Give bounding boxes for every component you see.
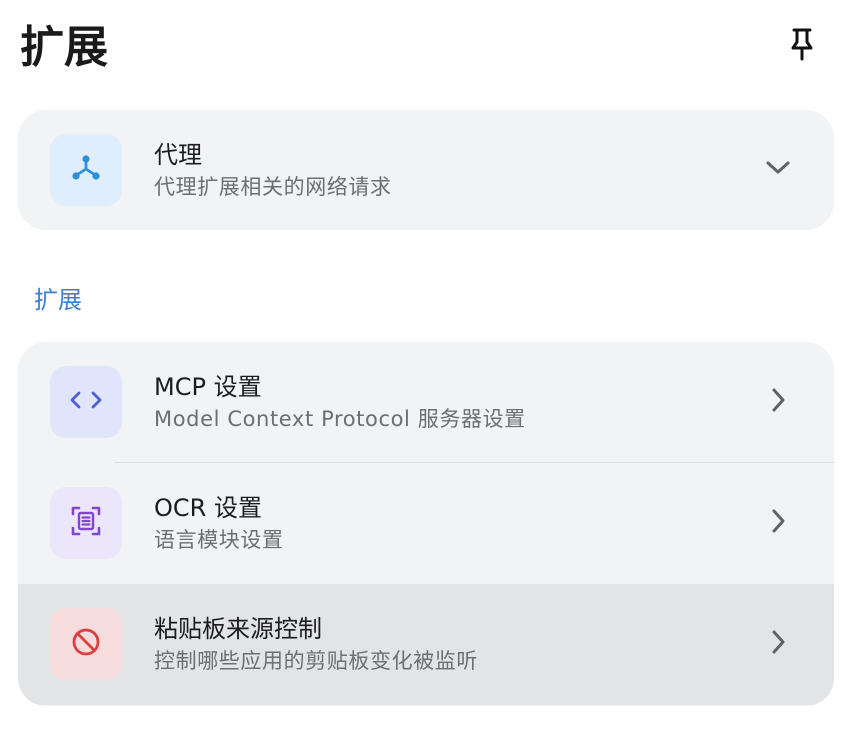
clipboard-title: 粘贴板来源控制 [154,615,322,643]
page-title: 扩展 [20,22,108,73]
ocr-subtitle: 语言模块设置 [154,528,284,552]
extension-row-ocr[interactable]: OCR 设置 语言模块设置 [18,463,834,584]
proxy-text: 代理 代理扩展相关的网络请求 [154,138,392,202]
chevron-right-icon [770,387,786,417]
extensions-page: 扩展 代理 代理扩展相关的网络请求 扩展 MCP 设置 Model Contex… [0,0,848,740]
ocr-icon-box [50,487,122,559]
pin-icon [789,27,815,65]
block-icon [70,626,102,662]
scan-text-icon [70,505,102,541]
clipboard-chevron [762,628,794,660]
code-icon [69,388,103,416]
mcp-subtitle: Model Context Protocol 服务器设置 [154,407,526,431]
mcp-title: MCP 设置 [154,373,262,401]
network-icon [70,152,102,188]
proxy-icon-box [50,134,122,206]
extension-row-clipboard[interactable]: 粘贴板来源控制 控制哪些应用的剪贴板变化被监听 [18,584,834,705]
proxy-row[interactable]: 代理 代理扩展相关的网络请求 [18,110,834,230]
proxy-card: 代理 代理扩展相关的网络请求 [18,110,834,230]
section-label-extensions: 扩展 [34,286,82,314]
chevron-down-icon [765,160,791,180]
pin-button[interactable] [784,28,820,64]
chevron-right-icon [770,629,786,659]
mcp-icon-box [50,366,122,438]
proxy-expand-button[interactable] [762,154,794,186]
clipboard-subtitle: 控制哪些应用的剪贴板变化被监听 [154,649,478,673]
clipboard-icon-box [50,608,122,680]
clipboard-text: 粘贴板来源控制 控制哪些应用的剪贴板变化被监听 [154,612,478,676]
ocr-chevron [762,507,794,539]
extensions-card: MCP 设置 Model Context Protocol 服务器设置 OCR … [18,342,834,706]
chevron-right-icon [770,508,786,538]
proxy-title: 代理 [154,141,202,169]
mcp-chevron [762,386,794,418]
mcp-text: MCP 设置 Model Context Protocol 服务器设置 [154,370,526,434]
ocr-title: OCR 设置 [154,494,262,522]
ocr-text: OCR 设置 语言模块设置 [154,491,284,555]
proxy-subtitle: 代理扩展相关的网络请求 [154,175,392,199]
extension-row-mcp[interactable]: MCP 设置 Model Context Protocol 服务器设置 [18,342,834,463]
